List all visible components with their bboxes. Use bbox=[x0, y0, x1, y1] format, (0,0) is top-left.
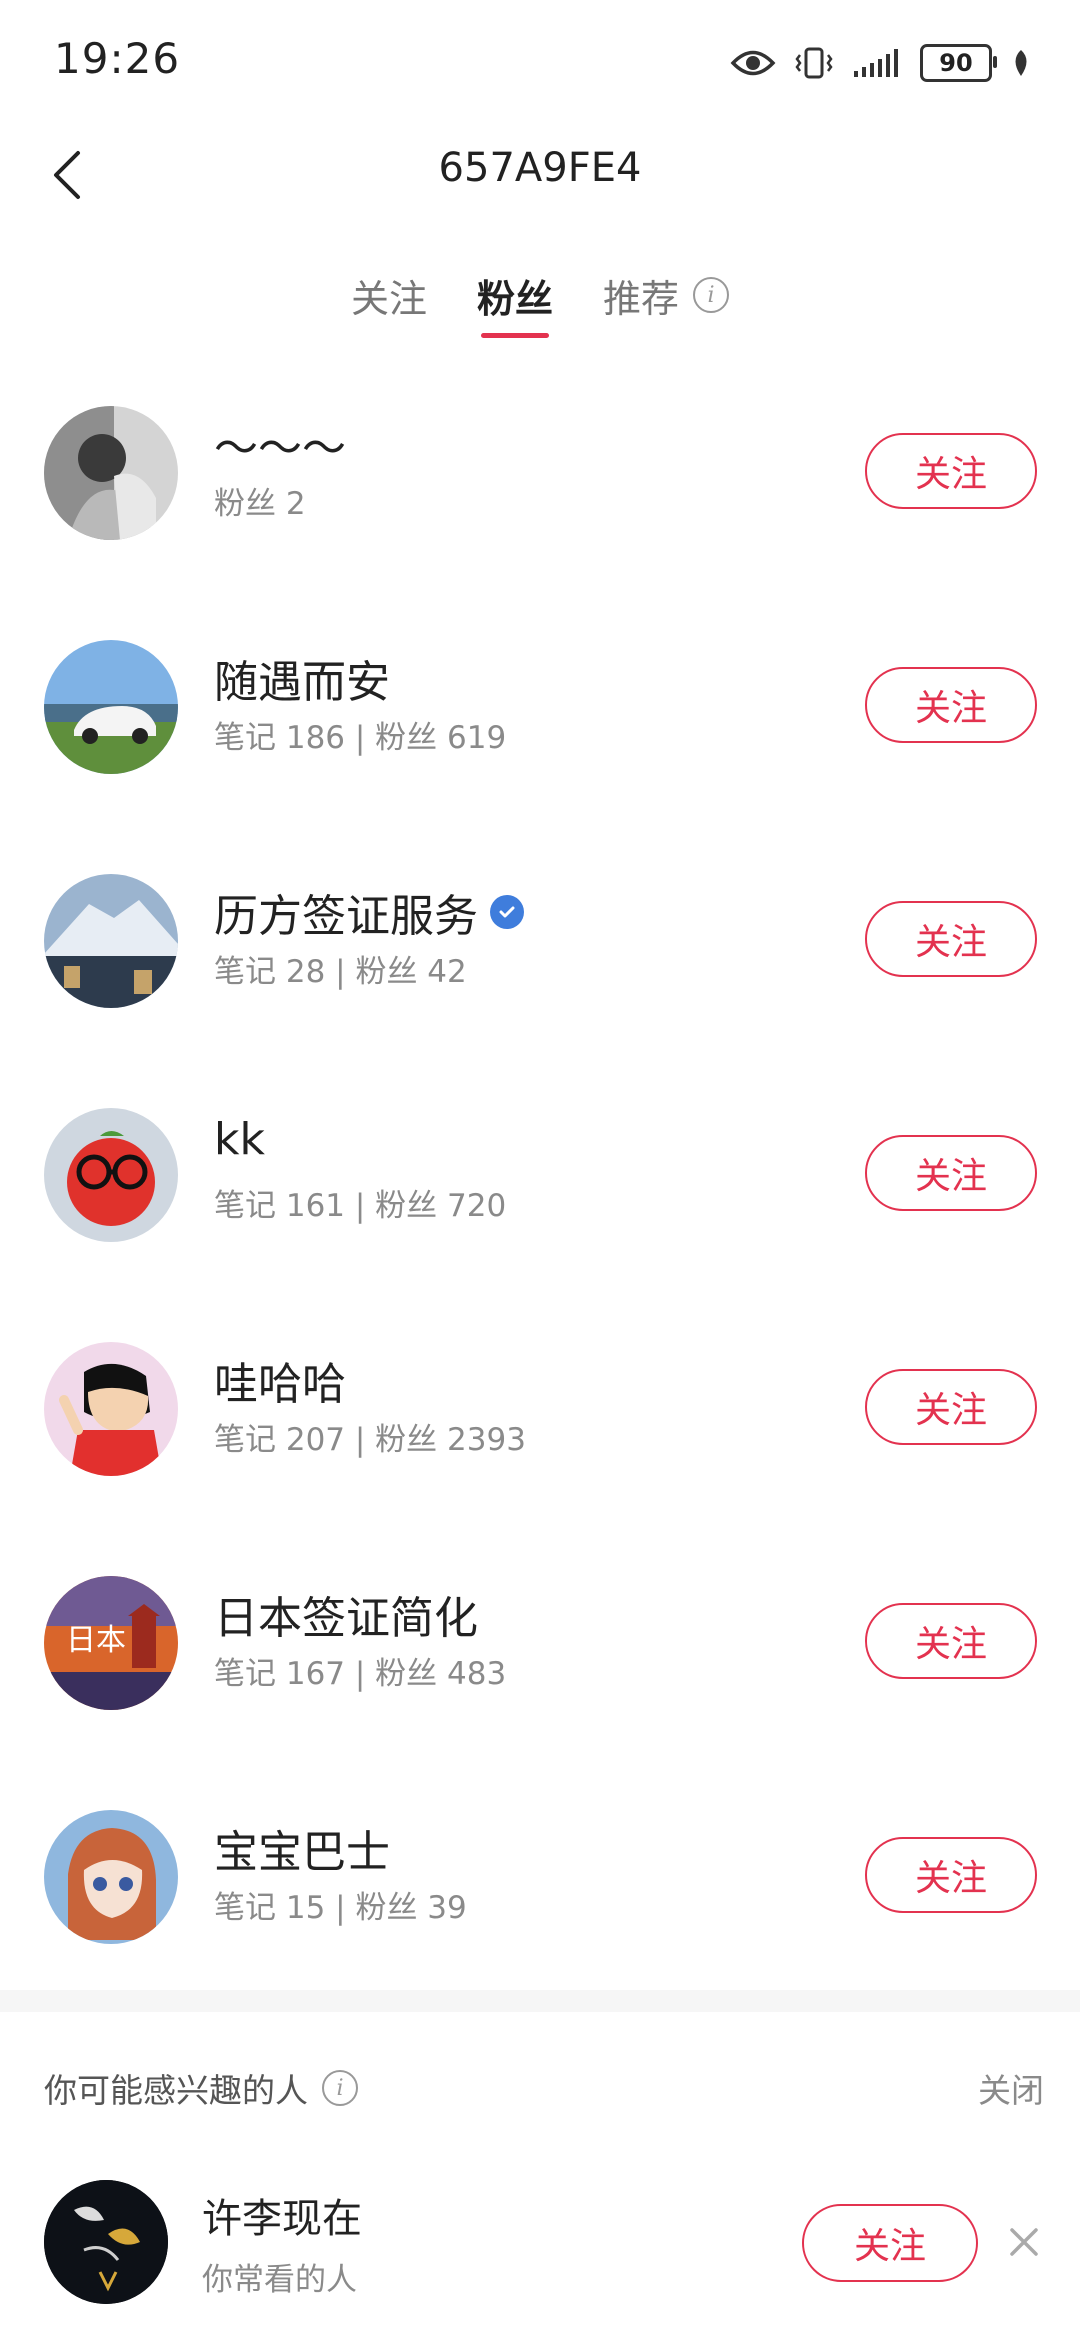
user-stats: 笔记 167 | 粉丝 483 bbox=[214, 1656, 507, 1692]
section-divider bbox=[0, 1990, 1080, 2012]
avatar[interactable] bbox=[44, 2180, 168, 2304]
user-stats: 笔记 186 | 粉丝 619 bbox=[214, 720, 507, 756]
avatar[interactable] bbox=[44, 1810, 178, 1944]
avatar-text: 日本 bbox=[66, 1623, 126, 1658]
follow-button[interactable]: 关注 bbox=[865, 1369, 1037, 1445]
user-name: 日本签证简化 bbox=[214, 1582, 478, 1646]
follow-button[interactable]: 关注 bbox=[865, 667, 1037, 743]
leaf-icon bbox=[1015, 50, 1027, 76]
user-stats: 粉丝 2 bbox=[214, 486, 306, 522]
avatar[interactable] bbox=[44, 640, 178, 774]
vibrate-icon bbox=[795, 47, 833, 79]
page-title: 657A9FE4 bbox=[438, 145, 642, 191]
suggestion-reason: 你常看的人 bbox=[202, 2262, 357, 2298]
user-name: 随遇而安 bbox=[214, 646, 390, 710]
tab-label: 粉丝 bbox=[476, 276, 553, 321]
battery-level: 90 bbox=[939, 49, 973, 77]
follow-button[interactable]: 关注 bbox=[802, 2204, 978, 2282]
tab-bar: 关注 粉丝 推荐 i bbox=[0, 260, 1080, 340]
list-item[interactable]: 哇哈哈 笔记 207 | 粉丝 2393 关注 bbox=[0, 1326, 1080, 1560]
user-stats: 笔记 161 | 粉丝 720 bbox=[214, 1188, 507, 1224]
suggestion-name: 许李现在 bbox=[202, 2196, 362, 2242]
follow-button[interactable]: 关注 bbox=[865, 1135, 1037, 1211]
user-name: 哇哈哈 bbox=[214, 1348, 346, 1412]
suggestions-title: 你可能感兴趣的人 bbox=[44, 2071, 308, 2110]
tab-label: 关注 bbox=[350, 276, 427, 321]
user-name-text: 历方签证服务 bbox=[214, 891, 478, 942]
tab-following[interactable]: 关注 bbox=[351, 260, 427, 330]
close-icon[interactable] bbox=[1004, 2222, 1044, 2262]
user-name-text: ～～～ bbox=[214, 423, 346, 474]
status-icons: 90 bbox=[730, 38, 1032, 88]
battery-icon: 90 bbox=[920, 44, 997, 82]
list-item[interactable]: 历方签证服务 笔记 28 | 粉丝 42 关注 bbox=[0, 858, 1080, 1092]
verified-badge-icon bbox=[490, 895, 524, 929]
eye-icon bbox=[730, 50, 776, 76]
user-name-text: 哇哈哈 bbox=[214, 1359, 346, 1410]
suggestions-header: 你可能感兴趣的人 i bbox=[44, 2064, 358, 2112]
list-item[interactable]: 日本 日本签证简化 笔记 167 | 粉丝 483 关注 bbox=[0, 1560, 1080, 1794]
avatar[interactable] bbox=[44, 1108, 178, 1242]
suggestion-item[interactable]: 许李现在 你常看的人 关注 bbox=[0, 2170, 1080, 2330]
follower-list: ～～～ 粉丝 2 关注 随遇而安 笔记 186 | 粉丝 619 关注 历方签证… bbox=[0, 390, 1080, 2028]
avatar[interactable]: 日本 bbox=[44, 1576, 178, 1710]
user-name-text: kk bbox=[214, 1114, 265, 1165]
status-bar: 19:26 90 bbox=[0, 0, 1080, 125]
tab-recommended[interactable]: 推荐 i bbox=[603, 260, 730, 330]
avatar[interactable] bbox=[44, 874, 178, 1008]
avatar[interactable] bbox=[44, 1342, 178, 1476]
user-name-text: 随遇而安 bbox=[214, 657, 390, 708]
signal-icon bbox=[854, 49, 898, 77]
user-stats: 笔记 15 | 粉丝 39 bbox=[214, 1890, 467, 1926]
avatar[interactable] bbox=[44, 406, 178, 540]
list-item[interactable]: kk 笔记 161 | 粉丝 720 关注 bbox=[0, 1092, 1080, 1326]
info-icon[interactable]: i bbox=[322, 2070, 358, 2106]
tab-followers[interactable]: 粉丝 bbox=[476, 260, 553, 338]
status-time: 19:26 bbox=[54, 34, 181, 83]
list-item[interactable]: ～～～ 粉丝 2 关注 bbox=[0, 390, 1080, 624]
user-name-text: 日本签证简化 bbox=[214, 1593, 478, 1644]
user-stats: 笔记 207 | 粉丝 2393 bbox=[214, 1422, 526, 1458]
nav-bar: 657A9FE4 bbox=[0, 125, 1080, 225]
follow-button[interactable]: 关注 bbox=[865, 901, 1037, 977]
follow-button[interactable]: 关注 bbox=[865, 1837, 1037, 1913]
tab-active-indicator bbox=[480, 333, 549, 338]
follow-button[interactable]: 关注 bbox=[865, 1603, 1037, 1679]
user-name-text: 宝宝巴士 bbox=[214, 1827, 390, 1878]
info-icon[interactable]: i bbox=[693, 277, 730, 313]
list-item[interactable]: 随遇而安 笔记 186 | 粉丝 619 关注 bbox=[0, 624, 1080, 858]
user-name: kk bbox=[214, 1114, 265, 1165]
user-name: 历方签证服务 bbox=[214, 880, 524, 944]
user-name: ～～～ bbox=[214, 412, 346, 476]
follow-button[interactable]: 关注 bbox=[865, 433, 1037, 509]
user-stats: 笔记 28 | 粉丝 42 bbox=[214, 954, 467, 990]
user-name: 宝宝巴士 bbox=[214, 1816, 390, 1880]
tab-label: 推荐 bbox=[603, 276, 680, 321]
suggestions-close-link[interactable]: 关闭 bbox=[978, 2064, 1044, 2112]
